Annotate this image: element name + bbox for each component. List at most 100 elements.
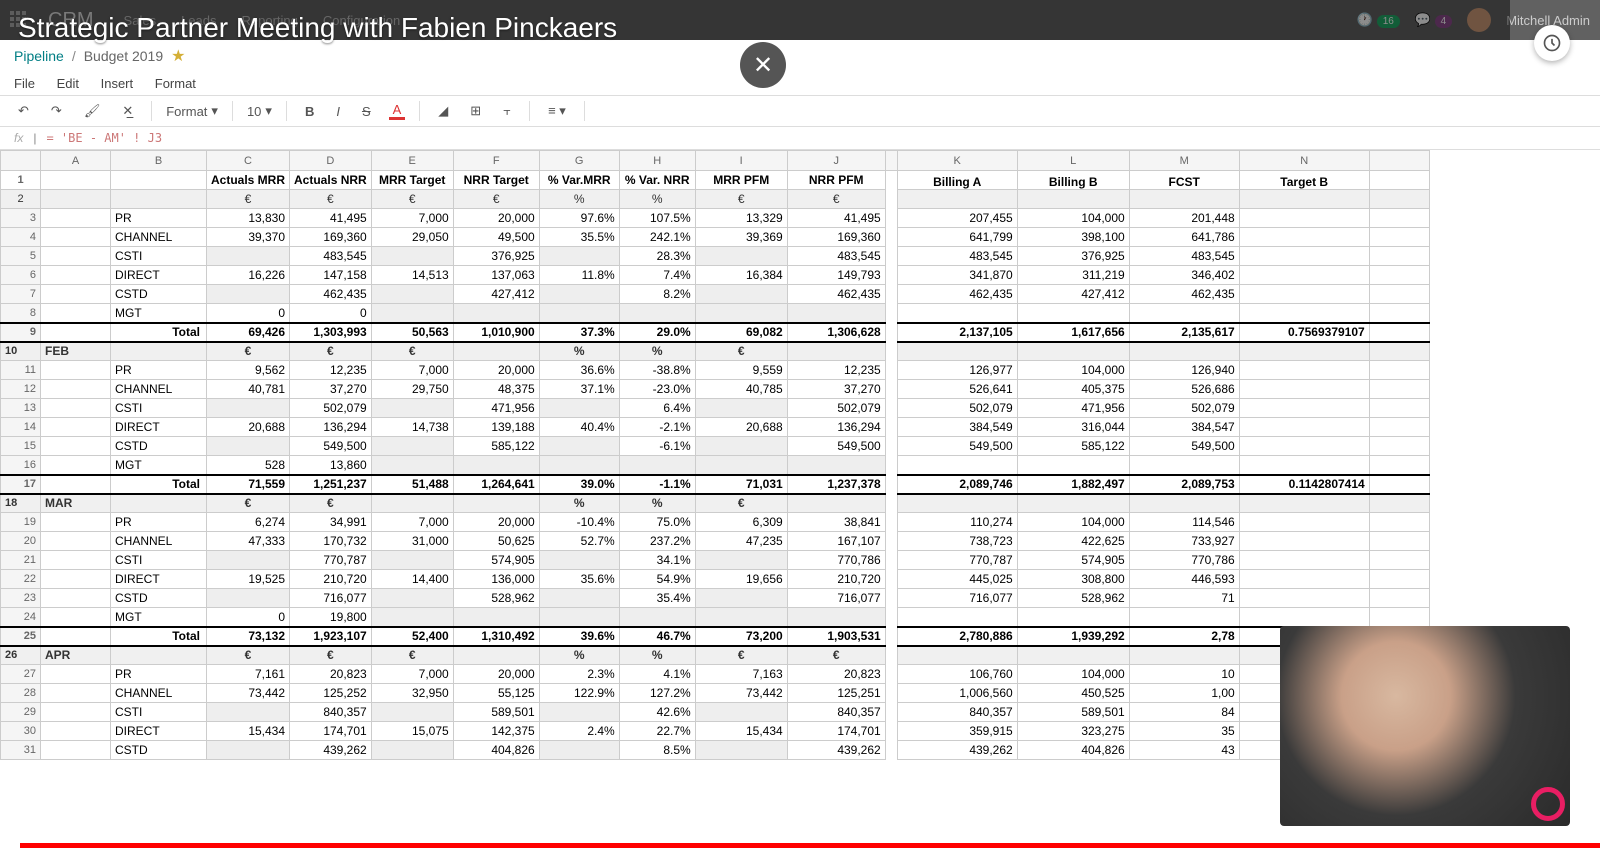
cell[interactable]: 439,262 bbox=[290, 741, 372, 760]
cell[interactable]: 483,545 bbox=[1129, 247, 1239, 266]
cell[interactable]: € bbox=[371, 342, 453, 361]
cell[interactable]: 10 bbox=[1129, 665, 1239, 684]
cell[interactable] bbox=[885, 532, 897, 551]
cell[interactable]: CHANNEL bbox=[111, 532, 207, 551]
cell[interactable]: 40,785 bbox=[695, 380, 787, 399]
row-header[interactable]: 16 bbox=[1, 456, 41, 475]
cell[interactable] bbox=[539, 437, 619, 456]
cell[interactable]: 840,357 bbox=[787, 703, 885, 722]
cell[interactable]: € bbox=[371, 646, 453, 665]
cell[interactable] bbox=[885, 437, 897, 456]
cell[interactable]: 37.3% bbox=[539, 323, 619, 342]
row-header[interactable]: 13 bbox=[1, 399, 41, 418]
cell[interactable]: 104,000 bbox=[1017, 513, 1129, 532]
cell[interactable] bbox=[539, 703, 619, 722]
unit-cell[interactable] bbox=[1017, 190, 1129, 209]
cell[interactable] bbox=[1239, 266, 1369, 285]
cell[interactable]: 136,000 bbox=[453, 570, 539, 589]
cell[interactable]: 20,000 bbox=[453, 513, 539, 532]
cell[interactable]: 462,435 bbox=[897, 285, 1017, 304]
cell[interactable] bbox=[453, 342, 539, 361]
cell[interactable]: FEB bbox=[41, 342, 111, 361]
col-header[interactable]: K bbox=[897, 151, 1017, 171]
cell[interactable]: 51,488 bbox=[371, 475, 453, 494]
favorite-star-icon[interactable]: ★ bbox=[171, 46, 185, 66]
col-header[interactable]: D bbox=[290, 151, 372, 171]
cell[interactable]: 0.7569379107 bbox=[1239, 323, 1369, 342]
cell[interactable]: 446,593 bbox=[1129, 570, 1239, 589]
cell[interactable] bbox=[885, 456, 897, 475]
cell[interactable]: Total bbox=[111, 627, 207, 646]
cell[interactable] bbox=[1369, 228, 1429, 247]
cell[interactable] bbox=[539, 247, 619, 266]
cell[interactable]: CSTI bbox=[111, 703, 207, 722]
menu-edit[interactable]: Edit bbox=[57, 76, 79, 91]
cell[interactable]: 6,274 bbox=[207, 513, 290, 532]
cell[interactable] bbox=[1369, 209, 1429, 228]
cell[interactable]: DIRECT bbox=[111, 266, 207, 285]
cell[interactable]: 49,500 bbox=[453, 228, 539, 247]
cell[interactable]: € bbox=[207, 646, 290, 665]
cell[interactable] bbox=[1369, 304, 1429, 323]
cell[interactable] bbox=[41, 399, 111, 418]
cell[interactable]: 1,617,656 bbox=[1017, 323, 1129, 342]
cell[interactable] bbox=[1369, 456, 1429, 475]
cell[interactable] bbox=[1369, 551, 1429, 570]
cell[interactable]: 574,905 bbox=[1017, 551, 1129, 570]
row-header[interactable]: 21 bbox=[1, 551, 41, 570]
cell[interactable]: % bbox=[619, 646, 695, 665]
cell[interactable] bbox=[453, 646, 539, 665]
cell[interactable]: 139,188 bbox=[453, 418, 539, 437]
cell[interactable]: 450,525 bbox=[1017, 684, 1129, 703]
cell[interactable] bbox=[539, 741, 619, 760]
col-header[interactable]: N bbox=[1239, 151, 1369, 171]
cell[interactable]: 29.0% bbox=[619, 323, 695, 342]
align-button[interactable]: ≡ ▾ bbox=[544, 101, 570, 121]
cell[interactable]: 32,950 bbox=[371, 684, 453, 703]
cell[interactable] bbox=[453, 304, 539, 323]
cell[interactable]: 427,412 bbox=[1017, 285, 1129, 304]
cell[interactable]: 4.1% bbox=[619, 665, 695, 684]
unit-cell[interactable] bbox=[1129, 190, 1239, 209]
cell[interactable] bbox=[885, 209, 897, 228]
cell[interactable] bbox=[1129, 494, 1239, 513]
cell[interactable]: 210,720 bbox=[290, 570, 372, 589]
row-header[interactable]: 15 bbox=[1, 437, 41, 456]
cell[interactable]: 7,000 bbox=[371, 665, 453, 684]
cell[interactable]: CSTI bbox=[111, 399, 207, 418]
cell[interactable]: € bbox=[695, 342, 787, 361]
header-cell[interactable]: Actuals MRR bbox=[207, 171, 290, 190]
cell[interactable]: 29,050 bbox=[371, 228, 453, 247]
cell[interactable] bbox=[1369, 361, 1429, 380]
cell[interactable]: 445,025 bbox=[897, 570, 1017, 589]
cell[interactable]: 346,402 bbox=[1129, 266, 1239, 285]
history-button[interactable] bbox=[1534, 25, 1570, 61]
cell[interactable] bbox=[885, 285, 897, 304]
cell[interactable]: 35.4% bbox=[619, 589, 695, 608]
cell[interactable] bbox=[1239, 342, 1369, 361]
cell[interactable] bbox=[1129, 342, 1239, 361]
unit-cell[interactable]: € bbox=[453, 190, 539, 209]
unit-cell[interactable]: € bbox=[371, 190, 453, 209]
header-cell[interactable]: MRR Target bbox=[371, 171, 453, 190]
cell[interactable] bbox=[1239, 361, 1369, 380]
cell[interactable]: 22.7% bbox=[619, 722, 695, 741]
row-header[interactable]: 2 bbox=[1, 190, 41, 209]
cell[interactable]: 1,264,641 bbox=[453, 475, 539, 494]
cell[interactable] bbox=[787, 494, 885, 513]
cell[interactable] bbox=[897, 646, 1017, 665]
bold-button[interactable]: B bbox=[301, 102, 318, 121]
cell[interactable] bbox=[41, 266, 111, 285]
unit-cell[interactable] bbox=[897, 190, 1017, 209]
cell[interactable] bbox=[695, 551, 787, 570]
cell[interactable] bbox=[1369, 494, 1429, 513]
cell[interactable]: 716,077 bbox=[290, 589, 372, 608]
cell[interactable] bbox=[41, 741, 111, 760]
cell[interactable] bbox=[1369, 475, 1429, 494]
cell[interactable] bbox=[1239, 418, 1369, 437]
cell[interactable]: 201,448 bbox=[1129, 209, 1239, 228]
cell[interactable]: 311,219 bbox=[1017, 266, 1129, 285]
cell[interactable]: CHANNEL bbox=[111, 684, 207, 703]
cell[interactable]: 422,625 bbox=[1017, 532, 1129, 551]
cell[interactable] bbox=[885, 570, 897, 589]
